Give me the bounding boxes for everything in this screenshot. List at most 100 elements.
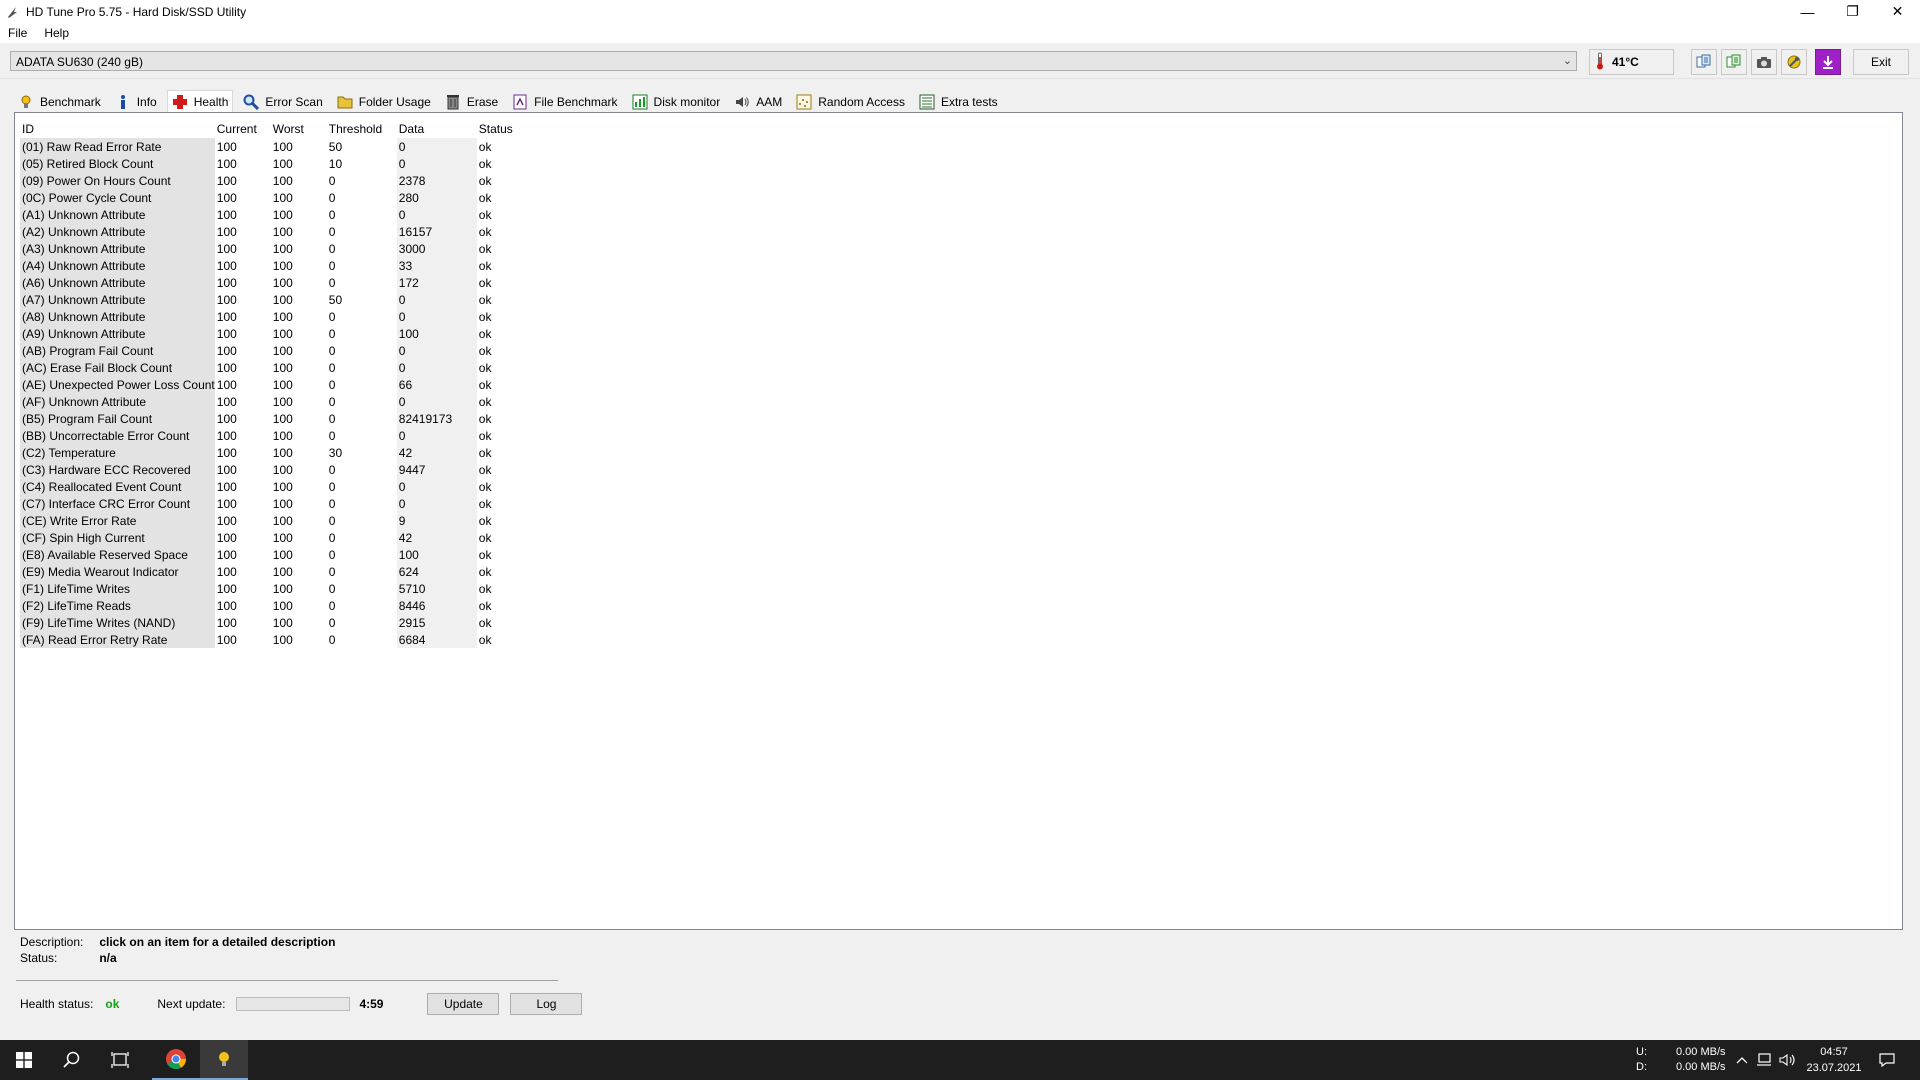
- table-row[interactable]: (AC) Erase Fail Block Count 100 100 0 0 ok: [20, 359, 539, 376]
- table-row[interactable]: (A7) Unknown Attribute 100 100 50 0 ok: [20, 291, 539, 308]
- table-row[interactable]: (09) Power On Hours Count 100 100 0 2378 ok: [20, 172, 539, 189]
- table-row[interactable]: (E8) Available Reserved Space 100 100 0 100 o…: [20, 546, 539, 563]
- task-view-icon[interactable]: [96, 1040, 144, 1080]
- benchmark-icon: [18, 94, 34, 110]
- description-value: click on an item for a detailed descript…: [99, 935, 336, 949]
- exit-button[interactable]: Exit: [1853, 49, 1909, 75]
- table-row[interactable]: (F9) LifeTime Writes (NAND) 100 100 0 2915 ok: [20, 614, 539, 631]
- search-icon[interactable]: [48, 1040, 96, 1080]
- table-row[interactable]: (CE) Write Error Rate 100 100 0 9 ok: [20, 512, 539, 529]
- chrome-icon[interactable]: [152, 1040, 200, 1080]
- tab-folder-usage[interactable]: Folder Usage: [333, 92, 435, 112]
- table-row[interactable]: (C3) Hardware ECC Recovered 100 100 0 9447 ok: [20, 461, 539, 478]
- screenshot-camera-icon[interactable]: [1751, 49, 1777, 75]
- tab-random-access[interactable]: Random Access: [792, 92, 909, 112]
- tab-erase[interactable]: Erase: [441, 92, 502, 112]
- table-row[interactable]: (FA) Read Error Retry Rate 100 100 0 6684 ok: [20, 631, 539, 648]
- row-current: 100: [216, 496, 237, 511]
- table-row[interactable]: (A4) Unknown Attribute 100 100 0 33 ok: [20, 257, 539, 274]
- menu-help[interactable]: Help: [44, 26, 69, 40]
- column-header-id[interactable]: ID: [20, 120, 215, 138]
- row-status: ok: [478, 292, 492, 307]
- tab-file-benchmark[interactable]: File Benchmark: [508, 92, 621, 112]
- restore-button[interactable]: ❐: [1830, 0, 1875, 23]
- tab-health[interactable]: Health: [166, 90, 234, 112]
- copy-all-icon[interactable]: [1721, 49, 1747, 75]
- row-id: (A4) Unknown Attribute: [20, 257, 215, 274]
- windows-start-icon[interactable]: [0, 1040, 48, 1080]
- row-worst: 100: [272, 428, 293, 443]
- network-icon[interactable]: [1753, 1040, 1775, 1080]
- description-row: Description: click on an item for a deta…: [20, 935, 335, 949]
- row-worst: 100: [272, 139, 293, 154]
- details-area: Description: click on an item for a deta…: [14, 930, 1903, 1038]
- menu-file[interactable]: File: [8, 26, 27, 40]
- table-row[interactable]: (BB) Uncorrectable Error Count 100 100 0 0 ok: [20, 427, 539, 444]
- column-header-current[interactable]: Current: [215, 120, 271, 138]
- table-row[interactable]: (F2) LifeTime Reads 100 100 0 8446 ok: [20, 597, 539, 614]
- table-row[interactable]: (AF) Unknown Attribute 100 100 0 0 ok: [20, 393, 539, 410]
- table-row[interactable]: (AE) Unexpected Power Loss Count 100 100 0 6…: [20, 376, 539, 393]
- table-row[interactable]: (05) Retired Block Count 100 100 10 0 ok: [20, 155, 539, 172]
- volume-icon[interactable]: [1777, 1040, 1799, 1080]
- hdtune-taskbar-icon[interactable]: [200, 1040, 248, 1080]
- table-row[interactable]: (A9) Unknown Attribute 100 100 0 100 ok: [20, 325, 539, 342]
- chevron-up-icon[interactable]: [1733, 1040, 1751, 1080]
- options-wrench-icon[interactable]: [1781, 49, 1807, 75]
- table-row[interactable]: (B5) Program Fail Count 100 100 0 82419173 ok: [20, 410, 539, 427]
- trash-icon: [445, 94, 461, 110]
- row-id: (E9) Media Wearout Indicator: [20, 563, 215, 580]
- table-row[interactable]: (E9) Media Wearout Indicator 100 100 0 624 ok: [20, 563, 539, 580]
- extra-tests-icon: [919, 94, 935, 110]
- tab-label: Benchmark: [40, 95, 101, 109]
- table-row[interactable]: (AB) Program Fail Count 100 100 0 0 ok: [20, 342, 539, 359]
- table-row[interactable]: (C2) Temperature 100 100 30 42 ok: [20, 444, 539, 461]
- table-row[interactable]: (A6) Unknown Attribute 100 100 0 172 ok: [20, 274, 539, 291]
- table-row[interactable]: (A2) Unknown Attribute 100 100 0 16157 ok: [20, 223, 539, 240]
- table-row[interactable]: (C4) Reallocated Event Count 100 100 0 0 ok: [20, 478, 539, 495]
- row-status: ok: [478, 394, 492, 409]
- row-current: 100: [216, 190, 237, 205]
- random-access-icon: [796, 94, 812, 110]
- table-row[interactable]: (CF) Spin High Current 100 100 0 42 ok: [20, 529, 539, 546]
- row-worst: 100: [272, 615, 293, 630]
- minimize-button[interactable]: —: [1785, 0, 1830, 23]
- table-row[interactable]: (01) Raw Read Error Rate 100 100 50 0 ok: [20, 138, 539, 155]
- row-id: (A6) Unknown Attribute: [20, 274, 215, 291]
- tab-error-scan[interactable]: Error Scan: [239, 92, 326, 112]
- next-update-label: Next update:: [157, 997, 226, 1011]
- tab-info[interactable]: Info: [111, 92, 161, 112]
- column-header-data[interactable]: Data: [397, 120, 477, 138]
- tab-disk-monitor[interactable]: Disk monitor: [628, 92, 725, 112]
- health-cross-icon: [172, 94, 188, 110]
- table-row[interactable]: (A3) Unknown Attribute 100 100 0 3000 ok: [20, 240, 539, 257]
- row-id: (CE) Write Error Rate: [20, 512, 215, 529]
- row-threshold: 0: [328, 326, 336, 341]
- copy-info-icon[interactable]: [1691, 49, 1717, 75]
- close-button[interactable]: ✕: [1875, 0, 1920, 23]
- tab-benchmark[interactable]: Benchmark: [14, 92, 105, 112]
- notification-icon[interactable]: [1875, 1040, 1899, 1080]
- column-header-worst[interactable]: Worst: [271, 120, 327, 138]
- row-data: 16157: [396, 223, 477, 240]
- tab-aam[interactable]: AAM: [730, 92, 786, 112]
- log-button[interactable]: Log: [510, 993, 583, 1015]
- row-current: 100: [216, 564, 237, 579]
- clock[interactable]: 04:57 23.07.2021: [1804, 1044, 1864, 1080]
- table-row[interactable]: (A1) Unknown Attribute 100 100 0 0 ok: [20, 206, 539, 223]
- row-threshold: 0: [328, 496, 336, 511]
- table-row[interactable]: (0C) Power Cycle Count 100 100 0 280 ok: [20, 189, 539, 206]
- row-current: 100: [216, 343, 237, 358]
- table-row[interactable]: (C7) Interface CRC Error Count 100 100 0 0 ok: [20, 495, 539, 512]
- table-row[interactable]: (F1) LifeTime Writes 100 100 0 5710 ok: [20, 580, 539, 597]
- row-current: 100: [216, 530, 237, 545]
- column-header-threshold[interactable]: Threshold: [327, 120, 397, 138]
- drive-select[interactable]: ADATA SU630 (240 gB) ⌄: [10, 51, 1577, 71]
- column-header-status[interactable]: Status: [477, 120, 539, 138]
- row-worst: 100: [272, 445, 293, 460]
- save-download-icon[interactable]: [1815, 49, 1841, 75]
- row-data: 0: [396, 359, 477, 376]
- update-button[interactable]: Update: [427, 993, 500, 1015]
- table-row[interactable]: (A8) Unknown Attribute 100 100 0 0 ok: [20, 308, 539, 325]
- tab-extra-tests[interactable]: Extra tests: [915, 92, 1002, 112]
